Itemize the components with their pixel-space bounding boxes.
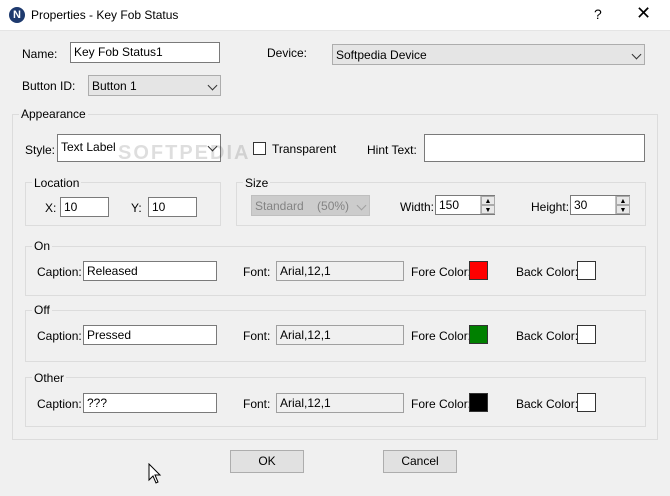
spin-up-icon[interactable]: ▲ xyxy=(481,196,495,205)
off-back-color-label: Back Color: xyxy=(516,329,579,343)
style-select[interactable]: Text Label xyxy=(57,134,221,162)
on-fore-color-label: Fore Color: xyxy=(411,265,472,279)
button-id-select-value: Button 1 xyxy=(92,79,137,93)
x-label: X: xyxy=(45,201,57,215)
name-input[interactable]: Key Fob Status1 xyxy=(70,42,220,63)
on-back-color-swatch[interactable] xyxy=(577,261,596,280)
other-font-field[interactable]: Arial,12,1 xyxy=(276,393,404,413)
app-logo-icon: N xyxy=(9,7,25,23)
cancel-button[interactable]: Cancel xyxy=(383,450,457,473)
size-group-title: Size xyxy=(243,176,271,190)
other-fore-color-label: Fore Color: xyxy=(411,397,472,411)
other-back-color-label: Back Color: xyxy=(516,397,579,411)
off-font-label: Font: xyxy=(243,329,271,343)
off-caption-input[interactable]: Pressed xyxy=(83,325,217,345)
height-label: Height: xyxy=(531,200,570,214)
size-preset-select[interactable]: Standard (50%) xyxy=(251,195,370,216)
device-select[interactable]: Softpedia Device xyxy=(332,44,645,65)
on-caption-input[interactable]: Released xyxy=(83,261,217,281)
hint-text-input[interactable] xyxy=(424,134,645,162)
spin-down-icon[interactable]: ▼ xyxy=(481,205,495,214)
width-spinner[interactable]: ▲ ▼ xyxy=(480,196,495,214)
mouse-cursor-icon xyxy=(148,463,162,484)
x-input[interactable]: 10 xyxy=(60,197,109,217)
button-id-label: Button ID: xyxy=(22,79,76,93)
transparent-label: Transparent xyxy=(272,142,337,156)
on-font-label: Font: xyxy=(243,265,271,279)
on-fore-color-swatch[interactable] xyxy=(469,261,488,280)
name-label: Name: xyxy=(22,47,58,61)
height-spinner[interactable]: ▲ ▼ xyxy=(615,196,630,214)
other-fore-color-swatch[interactable] xyxy=(469,393,488,412)
style-label: Style: xyxy=(25,143,56,157)
device-select-value: Softpedia Device xyxy=(336,48,427,62)
chevron-down-icon xyxy=(207,80,218,91)
style-select-value: Text Label xyxy=(61,140,116,154)
close-button[interactable]: ✕ xyxy=(636,3,651,24)
help-button[interactable]: ? xyxy=(594,6,602,22)
ok-button[interactable]: OK xyxy=(230,450,304,473)
off-group-title: Off xyxy=(32,303,52,317)
chevron-down-icon xyxy=(207,141,218,152)
height-value: 30 xyxy=(574,198,588,212)
size-preset-value: Standard (50%) xyxy=(255,199,350,213)
on-back-color-label: Back Color: xyxy=(516,265,579,279)
on-caption-label: Caption: xyxy=(37,265,82,279)
other-caption-label: Caption: xyxy=(37,397,82,411)
device-label: Device: xyxy=(267,46,308,60)
button-id-select[interactable]: Button 1 xyxy=(88,75,221,96)
other-font-label: Font: xyxy=(243,397,271,411)
on-group-title: On xyxy=(32,239,53,253)
hint-text-label: Hint Text: xyxy=(367,143,417,157)
y-input[interactable]: 10 xyxy=(148,197,197,217)
width-label: Width: xyxy=(400,200,435,214)
spin-down-icon[interactable]: ▼ xyxy=(616,205,630,214)
other-group-title: Other xyxy=(32,371,67,385)
other-back-color-swatch[interactable] xyxy=(577,393,596,412)
width-value: 150 xyxy=(439,198,460,212)
other-caption-input[interactable]: ??? xyxy=(83,393,217,413)
spin-up-icon[interactable]: ▲ xyxy=(616,196,630,205)
off-fore-color-swatch[interactable] xyxy=(469,325,488,344)
off-caption-label: Caption: xyxy=(37,329,82,343)
location-group-title: Location xyxy=(32,176,82,190)
chevron-down-icon xyxy=(631,49,642,60)
off-back-color-swatch[interactable] xyxy=(577,325,596,344)
off-font-field[interactable]: Arial,12,1 xyxy=(276,325,404,345)
on-font-field[interactable]: Arial,12,1 xyxy=(276,261,404,281)
appearance-group-title: Appearance xyxy=(19,107,88,121)
transparent-checkbox[interactable] xyxy=(253,142,266,155)
chevron-down-icon xyxy=(356,200,367,211)
title-bar: N Properties - Key Fob Status ? ✕ xyxy=(0,0,670,31)
off-fore-color-label: Fore Color: xyxy=(411,329,472,343)
window-title: Properties - Key Fob Status xyxy=(31,8,179,22)
y-label: Y: xyxy=(131,201,142,215)
